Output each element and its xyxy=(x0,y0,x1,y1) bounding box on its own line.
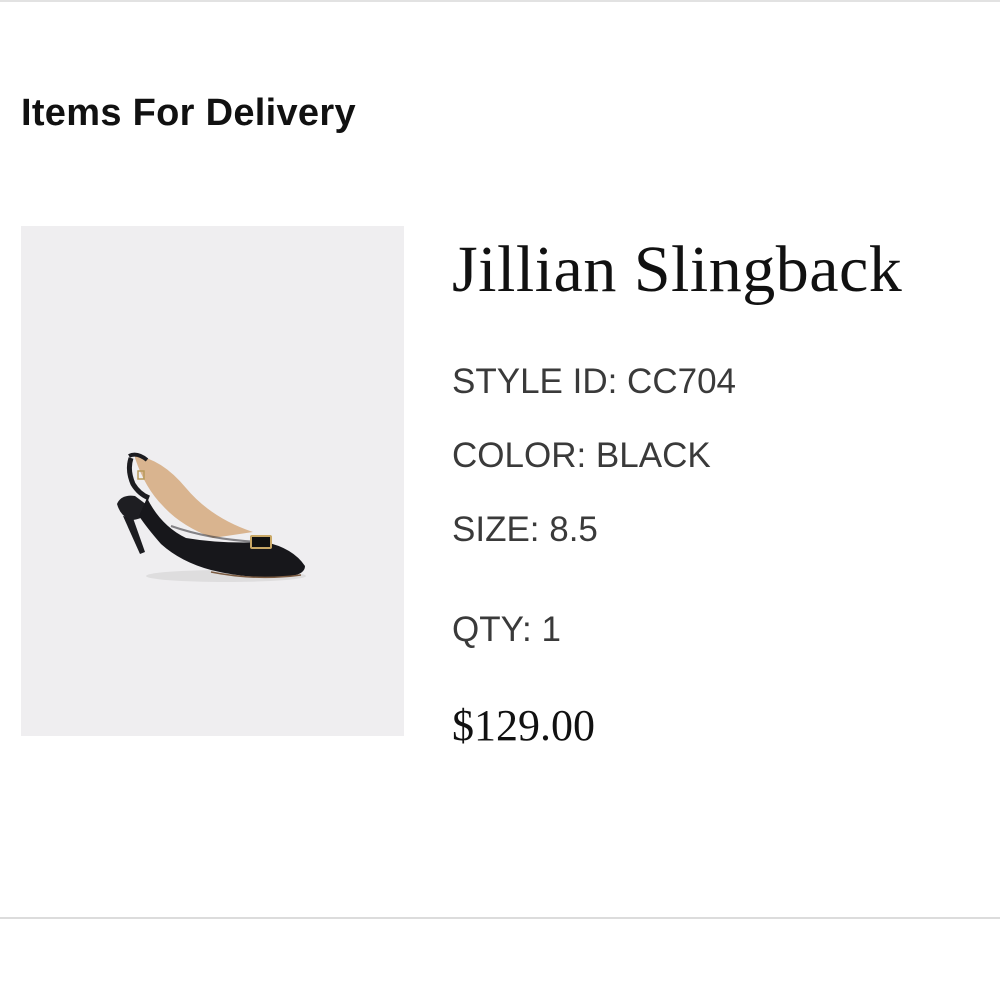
delivery-items-page: Items For Delivery Jillian Slingback STY… xyxy=(0,0,1000,1000)
section-title: Items For Delivery xyxy=(21,92,356,134)
slingback-shoe-icon xyxy=(117,452,306,582)
style-id: STYLE ID: CC704 xyxy=(452,362,736,401)
quantity-value: QTY: 1 xyxy=(452,610,561,649)
product-image[interactable] xyxy=(21,226,404,736)
bottom-divider xyxy=(0,917,1000,919)
size-value: SIZE: 8.5 xyxy=(452,510,598,549)
top-divider xyxy=(0,0,1000,2)
product-name[interactable]: Jillian Slingback xyxy=(452,232,902,308)
price: $129.00 xyxy=(452,701,595,750)
color-value: COLOR: BLACK xyxy=(452,436,711,475)
